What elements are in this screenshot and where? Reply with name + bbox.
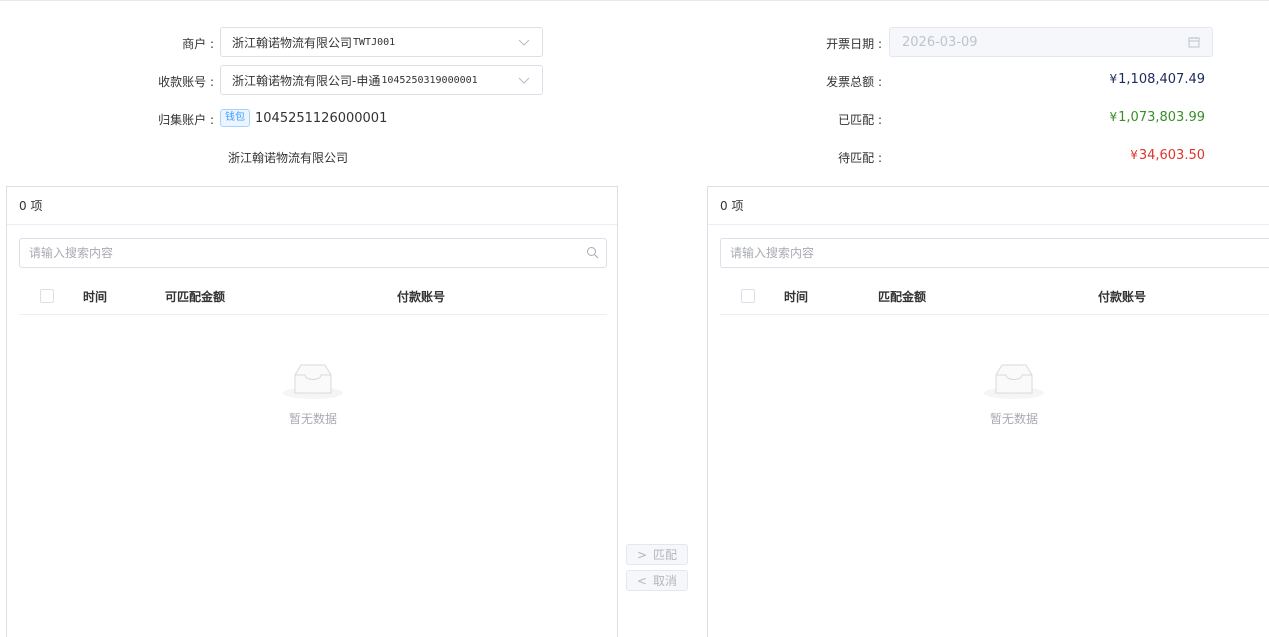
wallet-tag: 钱包: [220, 109, 250, 127]
pending-label: 待匹配 :: [838, 151, 882, 165]
column-matched-amount: 匹配金额: [878, 290, 927, 304]
cancel-button[interactable]: < 取消: [626, 570, 688, 591]
column-time: 时间: [784, 290, 809, 304]
column-time: 时间: [83, 290, 108, 304]
right-transfer-panel: 0 项 时间 匹配金额 付款账号 暂无数据: [707, 186, 1269, 637]
right-search-input[interactable]: [721, 239, 1269, 267]
match-button-label: 匹配: [653, 548, 678, 562]
merchant-select[interactable]: 浙江翰诺物流有限公司 TWTJ001: [220, 27, 543, 57]
column-payer-account: 付款账号: [1098, 290, 1147, 304]
column-matchable-amount: 可匹配金额: [165, 290, 226, 304]
matched-amount: ¥1,073,803.99: [1110, 110, 1205, 125]
right-table-header: 时间 匹配金额 付款账号: [720, 277, 1269, 315]
pending-value: 34,603.50: [1138, 148, 1205, 163]
left-empty-text: 暂无数据: [288, 412, 337, 426]
calendar-icon: [1188, 37, 1200, 48]
right-panel-header: 0 项: [708, 187, 1269, 225]
collect-account-number: 1045251126000001: [255, 110, 388, 126]
right-search-box: [720, 238, 1269, 268]
collect-account-value: 钱包 1045251126000001: [220, 109, 387, 127]
merchant-label: 商户 :: [182, 37, 214, 51]
empty-inbox-icon: [283, 364, 343, 399]
right-empty-state: 暂无数据: [964, 359, 1064, 427]
pending-amount: ¥34,603.50: [1130, 148, 1205, 163]
chevron-down-icon: [518, 39, 530, 46]
receive-account-select[interactable]: 浙江翰诺物流有限公司-申通 1045250319000001: [220, 65, 543, 95]
invoice-total-amount: ¥1,108,407.49: [1110, 72, 1205, 87]
chevron-left-icon: <: [636, 573, 648, 588]
left-search-input[interactable]: [20, 239, 606, 267]
left-empty-state: 暂无数据: [263, 359, 363, 427]
left-transfer-panel: 0 项 时间 可匹配金额 付款账号 暂无数据: [6, 186, 618, 637]
empty-inbox-icon: [984, 364, 1044, 399]
right-empty-text: 暂无数据: [989, 412, 1038, 426]
top-divider: [0, 0, 1269, 1]
left-search-box: [19, 238, 607, 268]
invoice-date-value: 2026-03-09: [902, 34, 978, 50]
match-button[interactable]: > 匹配: [626, 544, 688, 565]
receive-account-label: 收款账号 :: [158, 75, 214, 89]
right-panel-count: 0 项: [720, 199, 744, 213]
search-icon[interactable]: [586, 246, 599, 259]
left-panel-count: 0 项: [19, 199, 43, 213]
invoice-total-value: 1,108,407.49: [1118, 72, 1205, 87]
chevron-right-icon: >: [636, 547, 648, 562]
matched-value: 1,073,803.99: [1118, 110, 1205, 125]
invoice-date-label: 开票日期 :: [826, 37, 882, 51]
collect-account-label: 归集账户 :: [158, 113, 214, 127]
currency-symbol: ¥: [1109, 72, 1118, 86]
currency-symbol: ¥: [1130, 148, 1138, 162]
collect-account-company: 浙江翰诺物流有限公司: [228, 151, 349, 165]
matched-label: 已匹配 :: [838, 113, 882, 127]
invoice-date-field: 2026-03-09: [889, 27, 1213, 57]
left-panel-header: 0 项: [7, 187, 617, 225]
select-all-checkbox[interactable]: [741, 289, 755, 303]
chevron-down-icon: [518, 77, 530, 84]
invoice-total-label: 发票总额 :: [826, 75, 882, 89]
merchant-code: TWTJ001: [353, 36, 396, 48]
column-payer-account: 付款账号: [397, 290, 446, 304]
cancel-button-label: 取消: [653, 574, 678, 588]
left-table-header: 时间 可匹配金额 付款账号: [19, 277, 607, 315]
merchant-name: 浙江翰诺物流有限公司: [232, 35, 353, 50]
receive-account-name: 浙江翰诺物流有限公司-申通: [232, 73, 381, 88]
currency-symbol: ¥: [1109, 110, 1118, 124]
receive-account-code: 1045250319000001: [381, 74, 478, 86]
select-all-checkbox[interactable]: [40, 289, 54, 303]
